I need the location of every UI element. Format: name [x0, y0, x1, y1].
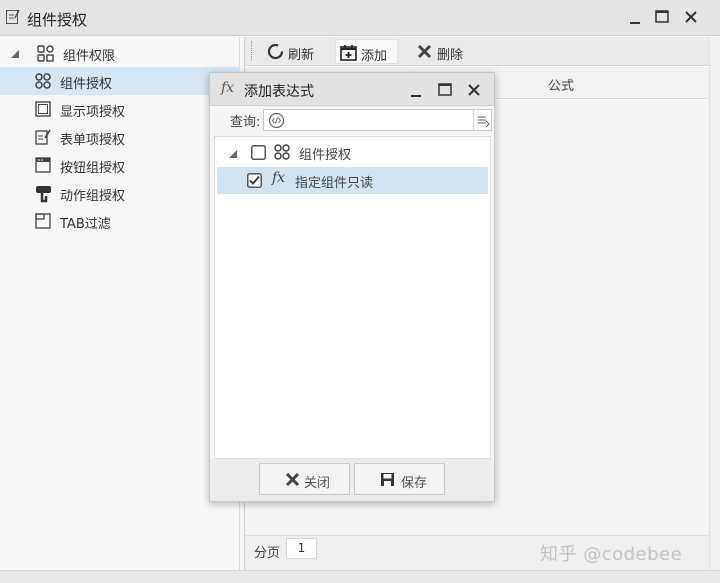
dialog-minimize-button[interactable] — [408, 81, 428, 101]
close-x-icon — [285, 472, 300, 487]
main-window: 组件授权 组件权限 组件授权 显示项授权 表单项授权 按钮组授权 动作组授权 T… — [0, 0, 720, 583]
maximize-button[interactable] — [653, 8, 673, 28]
checkbox-checked[interactable] — [247, 173, 262, 188]
close-window-button[interactable] — [682, 8, 702, 28]
toolbar: 刷新 添加 删除 — [245, 37, 709, 66]
window-title-bar: 组件授权 — [0, 0, 720, 36]
toolbar-grip[interactable] — [251, 41, 254, 61]
tree-item-label: 显示项授权 — [60, 105, 126, 120]
display-item-icon — [35, 101, 51, 117]
button-group-icon — [35, 157, 51, 173]
delete-icon — [416, 43, 433, 60]
expression-tree-list: 组件授权 fx 指定组件只读 — [214, 136, 491, 459]
query-input[interactable] — [263, 109, 492, 131]
permission-group-icon — [37, 45, 54, 62]
tree-node-readonly-expression[interactable]: fx 指定组件只读 — [217, 167, 488, 194]
tree-node-component-auth[interactable]: 组件授权 — [215, 139, 490, 166]
close-button-label: 关闭 — [304, 476, 331, 491]
tree-root-component-permissions[interactable]: 组件权限 — [0, 39, 240, 67]
tree-item-form-auth[interactable]: 表单项授权 — [0, 123, 240, 151]
tree-node-label: 指定组件只读 — [295, 176, 374, 191]
refresh-button[interactable]: 刷新 — [263, 39, 325, 64]
dialog-close-button[interactable] — [465, 81, 485, 101]
page-number-button[interactable]: 1 — [286, 538, 317, 559]
tree-item-tab-filter[interactable]: TAB过滤 — [0, 207, 240, 235]
add-button[interactable]: 添加 — [335, 39, 398, 64]
permission-tree: 组件权限 组件授权 显示项授权 表单项授权 按钮组授权 动作组授权 TAB过滤 — [0, 37, 240, 570]
code-icon — [268, 112, 285, 129]
action-group-icon — [35, 185, 51, 203]
tree-item-label: TAB过滤 — [60, 217, 111, 232]
tree-item-label: 按钮组授权 — [60, 161, 126, 176]
tree-item-display-auth[interactable]: 显示项授权 — [0, 95, 240, 123]
collapse-arrow-icon[interactable] — [229, 148, 238, 158]
tree-item-action-group-auth[interactable]: 动作组授权 — [0, 179, 240, 207]
query-dropdown-button[interactable] — [473, 110, 491, 130]
collapse-arrow-icon[interactable] — [10, 48, 20, 58]
window-title: 组件授权 — [27, 11, 88, 29]
query-row: 查询: — [210, 107, 494, 133]
tree-item-label: 表单项授权 — [60, 133, 126, 148]
tab-filter-icon — [35, 213, 51, 229]
save-disk-icon — [380, 472, 395, 487]
component-icon — [35, 73, 51, 89]
status-strip — [0, 570, 720, 583]
delete-label: 删除 — [437, 48, 464, 63]
tree-root-label: 组件权限 — [63, 49, 116, 64]
tree-node-label: 组件授权 — [299, 148, 352, 163]
formula-column-header[interactable]: 公式 — [548, 75, 574, 94]
query-label: 查询: — [230, 115, 261, 130]
tree-item-label: 动作组授权 — [60, 189, 126, 204]
fx-icon: fx — [221, 80, 235, 96]
tree-item-label: 组件授权 — [60, 77, 113, 92]
refresh-icon — [267, 43, 284, 60]
close-button[interactable]: 关闭 — [259, 463, 350, 495]
tree-item-button-group-auth[interactable]: 按钮组授权 — [0, 151, 240, 179]
dialog-maximize-button[interactable] — [436, 81, 456, 101]
tree-item-component-auth[interactable]: 组件授权 — [0, 67, 240, 95]
add-label: 添加 — [361, 49, 388, 64]
calendar-add-icon — [340, 44, 357, 61]
edit-form-icon — [6, 9, 20, 24]
dialog-title-bar[interactable]: fx 添加表达式 — [210, 73, 494, 106]
checkbox-unchecked[interactable] — [251, 145, 266, 160]
watermark: 知乎 @codebee — [540, 544, 683, 565]
dialog-footer: 关闭 保存 — [210, 459, 494, 501]
vertical-scrollbar[interactable] — [709, 37, 720, 570]
fx-icon: fx — [272, 170, 286, 186]
save-button-label: 保存 — [401, 476, 428, 491]
delete-button[interactable]: 删除 — [412, 39, 468, 64]
save-button[interactable]: 保存 — [354, 463, 445, 495]
refresh-label: 刷新 — [288, 48, 315, 63]
pagination-label: 分页 — [254, 546, 281, 561]
component-icon — [274, 144, 290, 160]
dialog-title: 添加表达式 — [244, 84, 314, 100]
form-item-icon — [35, 129, 51, 145]
minimize-button[interactable] — [626, 8, 646, 28]
add-expression-dialog: fx 添加表达式 查询: 组件授权 fx 指定组件只读 关闭 保存 — [209, 72, 495, 502]
